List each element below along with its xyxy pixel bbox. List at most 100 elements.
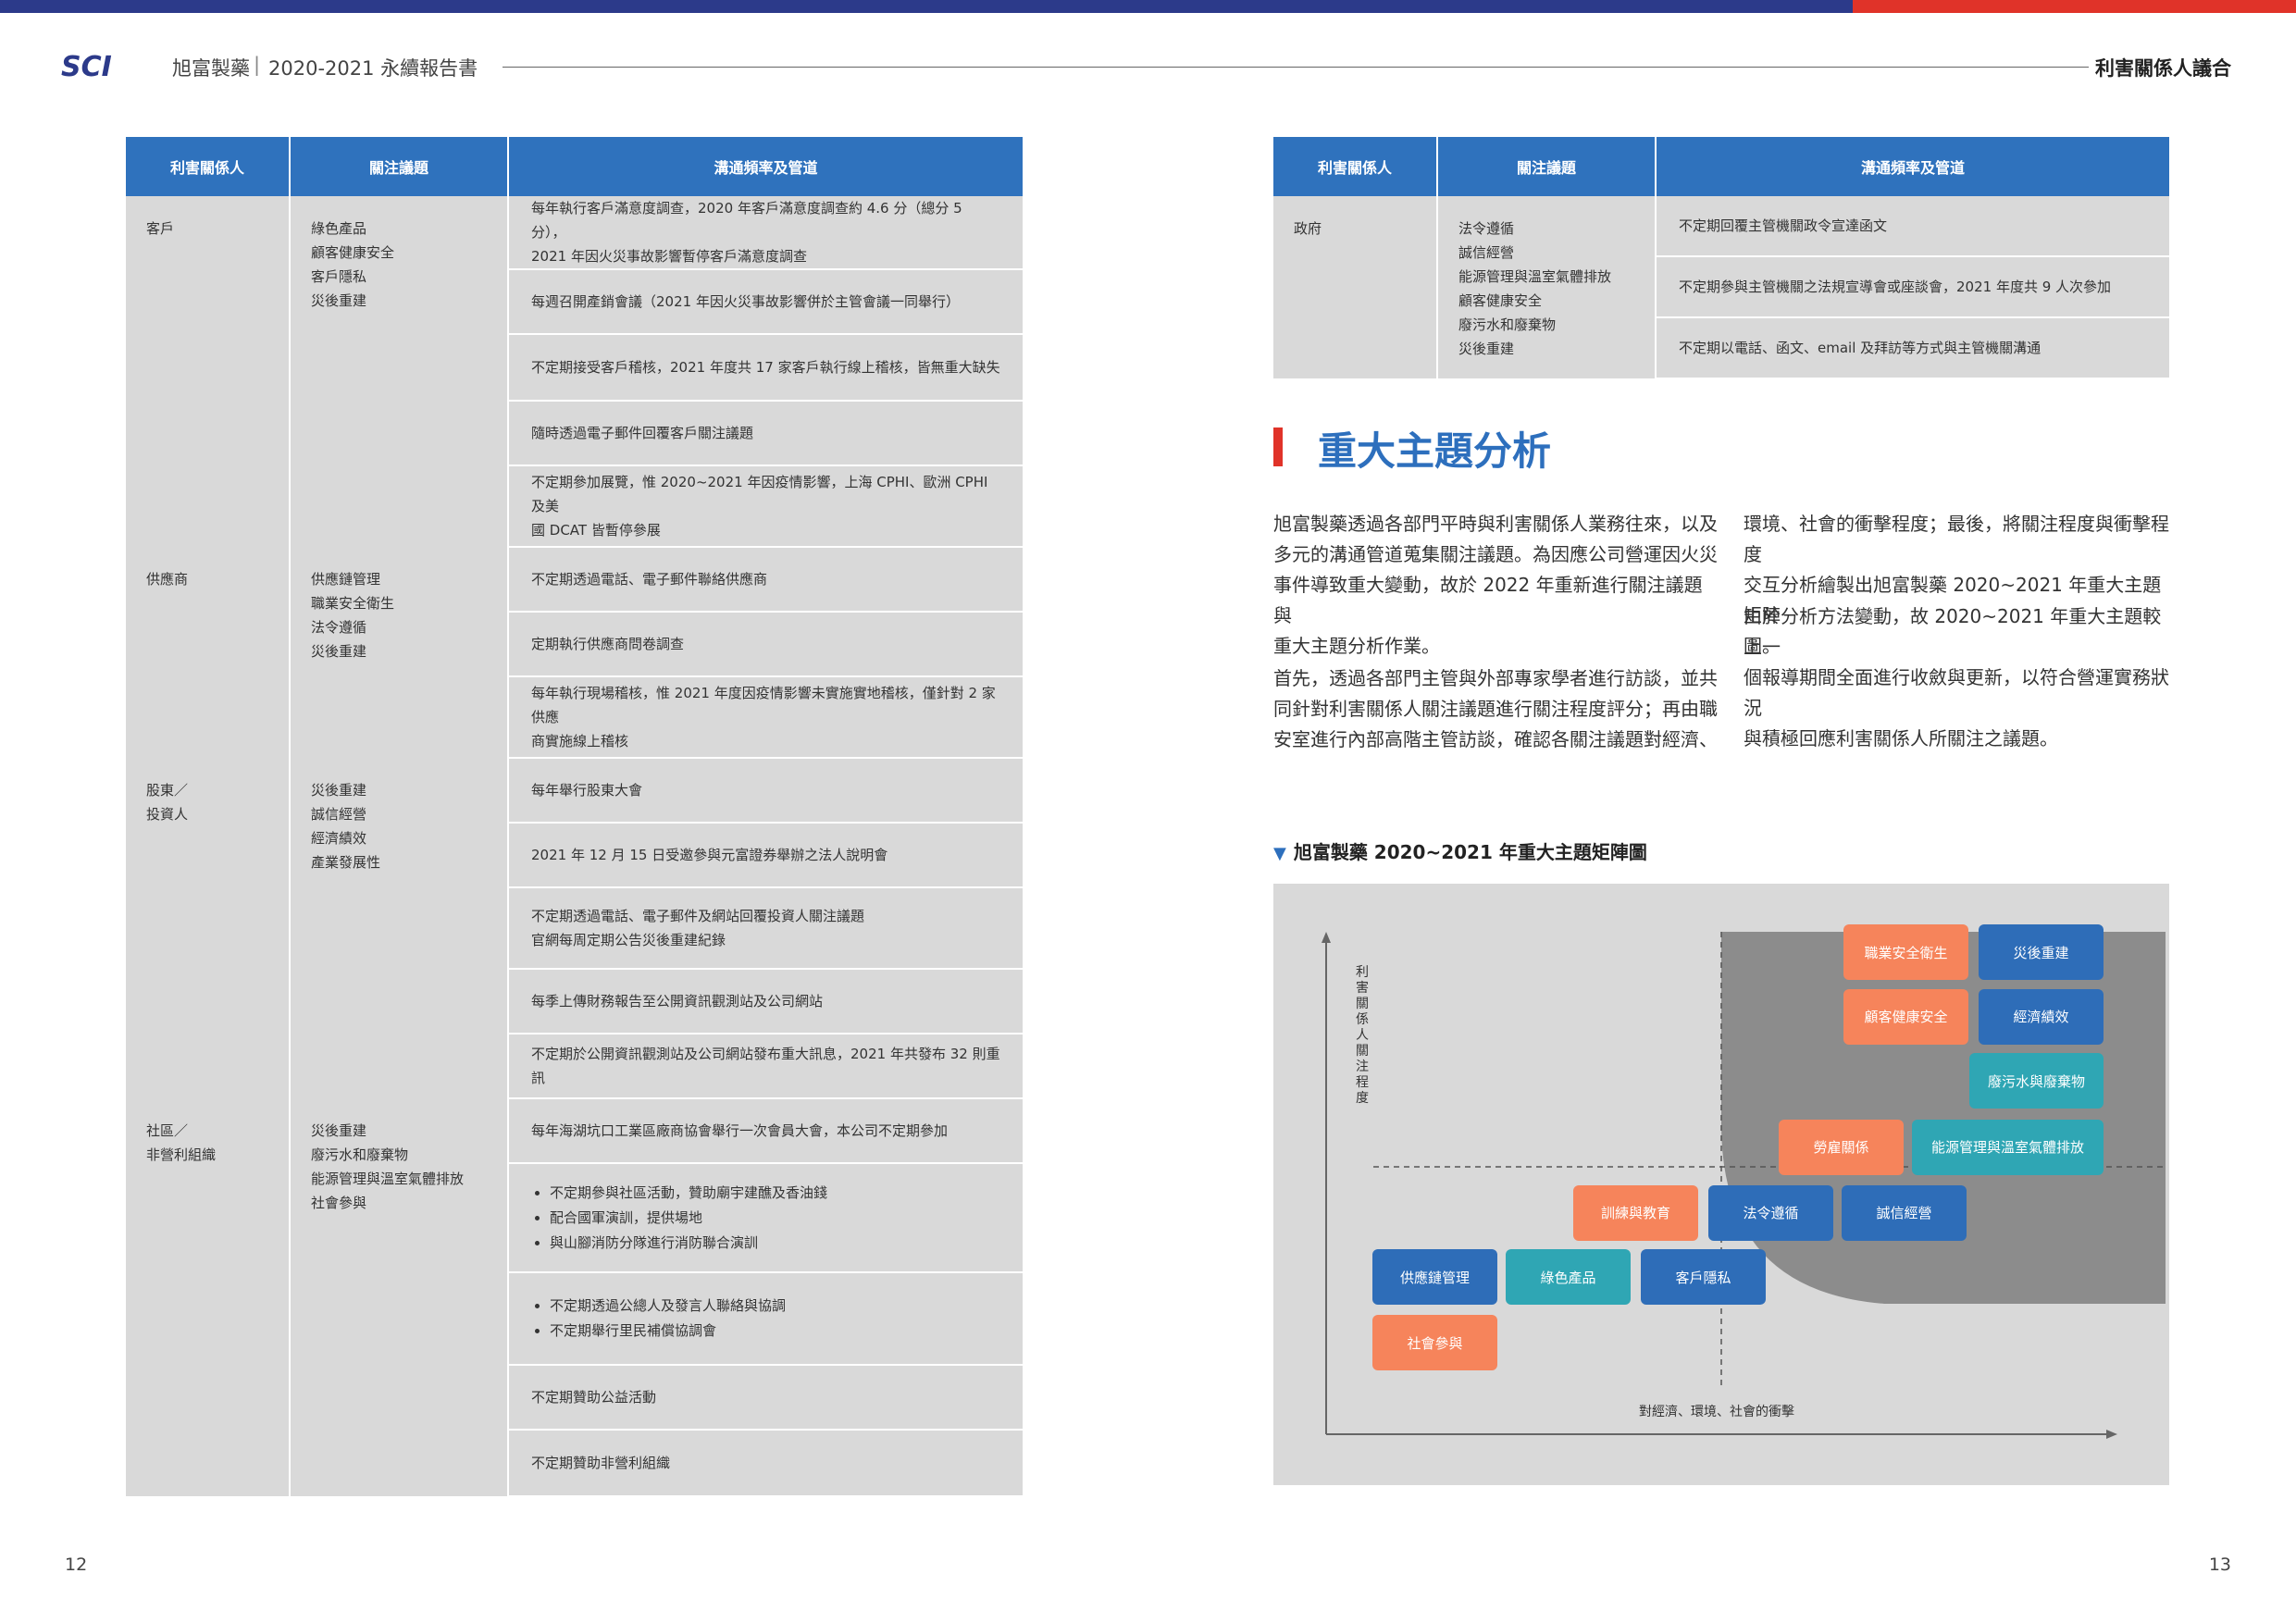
channel-cell: 定期執行供應商問卷調查	[508, 612, 1023, 677]
issue-line: 能源管理與溫室氣體排放	[1458, 268, 1612, 285]
x-axis-arrow-icon	[2106, 1430, 2117, 1439]
channel-cell: 不定期透過公總人及發言人聯絡與協調不定期舉行里民補償協調會	[508, 1272, 1023, 1366]
channel-text-line: 每年舉行股東大會	[531, 782, 643, 799]
col-header-stakeholder: 利害關係人	[126, 137, 291, 196]
issue-line: 災後重建	[1458, 341, 1515, 357]
channel-text-line: 每年海湖坑口工業區廠商協會舉行一次會員大會，本公司不定期參加	[531, 1122, 949, 1139]
col-header-issues: 關注議題	[1437, 137, 1657, 196]
channel-text-line: 官網每周定期公告災後重建紀錄	[531, 932, 726, 948]
material-zone	[1721, 932, 2166, 1304]
channel-cell: 每週召開產銷會議（2021 年因火災事故影響併於主管會議一同舉行）	[508, 269, 1023, 335]
stakeholder-line: 政府	[1294, 220, 1322, 237]
y-axis-arrow-icon	[1322, 932, 1331, 943]
issues-cell: 災後重建 廢污水和廢棄物 能源管理與溫室氣體排放 社會參與	[290, 1098, 509, 1496]
channel-bullet: 配合國軍演訓，提供場地	[550, 1206, 1000, 1231]
channel-cell: 不定期於公開資訊觀測站及公司網站發布重大訊息，2021 年共發布 32 則重訊	[508, 1034, 1023, 1099]
channel-text-line: 不定期接受客戶稽核，2021 年度共 17 家客戶執行線上稽核，皆無重大缺失	[531, 359, 1000, 376]
channel-cell: 每季上傳財務報告至公開資訊觀測站及公司網站	[508, 969, 1023, 1035]
channel-text-line: 不定期贊助公益活動	[531, 1389, 657, 1406]
channel-text-line: 不定期參加展覽，惟 2020~2021 年因疫情影響，上海 CPHI、歐洲 CP…	[531, 474, 988, 514]
issues-cell: 供應鏈管理 職業安全衛生 法令遵循 災後重建	[290, 547, 509, 758]
channel-text-line: 不定期參與主管機關之法規宣導會或座談會，2021 年度共 9 人次參加	[1679, 279, 2112, 295]
channel-text-line: 每週召開產銷會議（2021 年因火災事故影響併於主管會議一同舉行）	[531, 293, 960, 310]
issue-line: 經濟績效	[311, 830, 367, 847]
channel-bullet: 不定期參與社區活動，贊助廟宇建醮及香油錢	[550, 1181, 1000, 1206]
channel-cell: 不定期透過電話、電子郵件及網站回覆投資人關注議題 官網每周定期公告災後重建紀錄	[508, 887, 1023, 970]
channel-cell: 不定期贊助非營利組織	[508, 1430, 1023, 1497]
channel-cell: 不定期參加展覽，惟 2020~2021 年因疫情影響，上海 CPHI、歐洲 CP…	[508, 465, 1023, 548]
page-number-left: 12	[65, 1555, 88, 1575]
channel-cell: 2021 年 12 月 15 日受邀參與元富證券舉辦之法人說明會	[508, 823, 1023, 888]
channel-text-line: 每季上傳財務報告至公開資訊觀測站及公司網站	[531, 993, 824, 1010]
channel-bullet: 不定期舉行里民補償協調會	[550, 1319, 1000, 1344]
issue-line: 災後重建	[311, 782, 367, 799]
channel-bullet-list: 不定期透過公總人及發言人聯絡與協調不定期舉行里民補償協調會	[531, 1294, 1000, 1344]
paragraph-line: 事件導致重大變動，故於 2022 年重新進行關注議題與	[1273, 574, 1703, 626]
company-name: 旭富製藥	[172, 57, 250, 80]
channel-cell: 不定期參與社區活動，贊助廟宇建醮及香油錢配合國軍演訓，提供場地與山腳消防分隊進行…	[508, 1163, 1023, 1273]
channel-bullet: 與山腳消防分隊進行消防聯合演訓	[550, 1231, 1000, 1256]
paragraph-line: 環境、社會的衝擊程度；最後，將關注程度與衝擊程度	[1744, 513, 2169, 565]
paragraph-line: 與積極回應利害關係人所關注之議題。	[1744, 727, 2058, 750]
stakeholder-line: 非營利組織	[146, 1146, 217, 1163]
channel-text-line: 國 DCAT 皆暫停參展	[531, 522, 661, 539]
issue-line: 綠色產品	[311, 220, 367, 237]
channel-text-line: 商實施線上稽核	[531, 733, 629, 750]
table-row: 政府 法令遵循 誠信經營 能源管理與溫室氣體排放 顧客健康安全 廢污水和廢棄物 災後重建 不定…	[1273, 196, 2169, 378]
stakeholder-cell: 社區／ 非營利組織	[126, 1098, 291, 1496]
issue-line: 災後重建	[311, 1122, 367, 1139]
issue-line: 供應鏈管理	[311, 571, 381, 588]
channel-cell: 每年執行現場稽核，惟 2021 年度因疫情影響未實施實地稽核，僅針對 2 家供應…	[508, 676, 1023, 759]
matrix-topic-box: 能源管理與溫室氣體排放	[1912, 1119, 2104, 1175]
matrix-topic-box: 災後重建	[1979, 924, 2104, 981]
matrix-topic-box: 供應鏈管理	[1372, 1249, 1497, 1306]
channel-text-line: 不定期透過電話、電子郵件聯絡供應商	[531, 571, 768, 588]
matrix-topic-box: 顧客健康安全	[1843, 988, 1968, 1045]
stakeholder-cell: 政府	[1273, 196, 1438, 378]
table-row: 股東／ 投資人 災後重建 誠信經營 經濟績效 產業發展性 每年舉行股東大會	[126, 758, 1023, 1098]
issue-line: 災後重建	[311, 292, 367, 309]
paragraph-line: 同針對利害關係人關注議題進行關注程度評分；再由職	[1273, 698, 1718, 720]
svg-text:SCI: SCI	[61, 52, 112, 80]
report-title: 2020-2021 永續報告書	[268, 57, 478, 80]
y-axis-label: 利害關係人關注程度	[1356, 965, 1369, 1106]
stakeholder-line: 供應商	[146, 571, 189, 588]
col-header-channels: 溝通頻率及管道	[1656, 137, 2169, 196]
issue-line: 誠信經營	[311, 806, 367, 823]
channel-text-line: 不定期透過電話、電子郵件及網站回覆投資人關注議題	[531, 908, 865, 924]
matrix-topic-box: 廢污水與廢棄物	[1969, 1053, 2104, 1109]
header-separator: |	[254, 54, 261, 76]
issue-line: 廢污水和廢棄物	[1458, 316, 1557, 333]
channel-text-line: 定期執行供應商問卷調查	[531, 636, 685, 652]
channel-cell: 不定期以電話、函文、email 及拜訪等方式與主管機關溝通	[1656, 317, 2169, 379]
stakeholder-cell: 客戶	[126, 196, 291, 547]
sci-logo: SCI	[61, 52, 112, 80]
stakeholder-line: 社區／	[146, 1122, 189, 1139]
issue-line: 法令遵循	[1458, 220, 1515, 237]
channel-cell: 不定期透過電話、電子郵件聯絡供應商	[508, 547, 1023, 613]
channel-text-line: 每年執行客戶滿意度調查，2020 年客戶滿意度調查約 4.6 分（總分 5 分）…	[531, 200, 962, 241]
channel-cell: 每年舉行股東大會	[508, 758, 1023, 824]
channel-cell: 不定期回覆主管機關政令宣達函文	[1656, 196, 2169, 257]
materiality-matrix: 利害關係人關注程度 對經濟、環境、社會的衝擊 職業安全衛生 災後重建 顧客健康安全經…	[1273, 884, 2169, 1485]
issue-line: 顧客健康安全	[1458, 292, 1543, 309]
issues-cell: 災後重建誠信經營經濟績效產業發展性	[290, 758, 509, 1098]
channel-cell: 不定期接受客戶稽核，2021 年度共 17 家客戶執行線上稽核，皆無重大缺失	[508, 334, 1023, 402]
issue-line: 社會參與	[311, 1195, 367, 1211]
top-color-bar-red	[1853, 0, 2296, 13]
issue-line: 產業發展性	[311, 854, 381, 871]
triangle-icon: ▼	[1273, 844, 1286, 863]
channel-text-line: 2021 年 12 月 15 日受邀參與元富證券舉辦之法人說明會	[531, 847, 888, 863]
col-header-stakeholder: 利害關係人	[1273, 137, 1438, 196]
matrix-topic-box: 訓練與教育	[1573, 1184, 1698, 1241]
matrix-topic-box: 誠信經營	[1842, 1184, 1967, 1241]
issue-line: 能源管理與溫室氣體排放	[311, 1171, 465, 1187]
channel-text-line: 每年執行現場稽核，惟 2021 年度因疫情影響未實施實地稽核，僅針對 2 家供應	[531, 685, 996, 725]
col-header-channels: 溝通頻率及管道	[508, 137, 1023, 196]
channel-bullet-list: 不定期參與社區活動，贊助廟宇建醮及香油錢配合國軍演訓，提供場地與山腳消防分隊進行…	[531, 1181, 1000, 1256]
channel-text-line: 不定期於公開資訊觀測站及公司網站發布重大訊息，2021 年共發布 32 則重訊	[531, 1046, 1000, 1086]
matrix-topic-box: 客戶隱私	[1641, 1249, 1766, 1306]
header-rule	[503, 67, 2089, 68]
x-axis-label: 對經濟、環境、社會的衝擊	[1639, 1405, 1794, 1419]
channel-cell: 隨時透過電子郵件回覆客戶關注議題	[508, 401, 1023, 466]
